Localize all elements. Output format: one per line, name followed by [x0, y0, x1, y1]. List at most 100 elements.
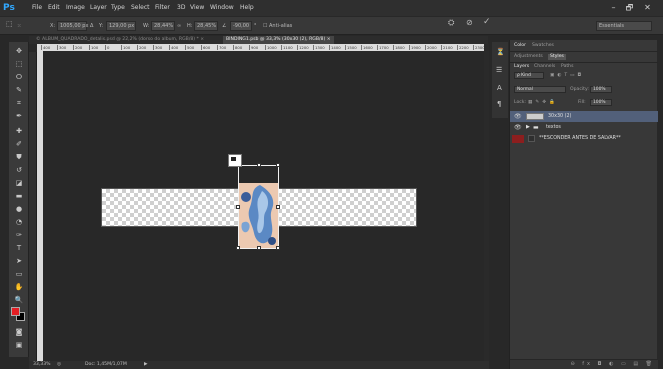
group-expand-arrow-icon[interactable]: ▶ [526, 122, 530, 133]
ruler-tick-label: 300 [57, 45, 67, 50]
transform-handle-bl[interactable] [236, 246, 240, 250]
ruler-tick-label: 1300 [313, 45, 325, 50]
type-tool-icon[interactable]: T [11, 243, 27, 254]
tab-layers[interactable]: Layers [514, 64, 529, 70]
minimize-button[interactable]: – [607, 2, 620, 13]
menu-layer[interactable]: Layer [90, 4, 107, 12]
history-icon[interactable]: ⏳ [496, 48, 505, 56]
tab-swatches[interactable]: Swatches [532, 43, 554, 49]
transform-handle-l[interactable] [236, 205, 240, 209]
screen-mode-icon[interactable]: ▣ [11, 340, 27, 351]
status-info-icon[interactable]: ◎ [57, 361, 61, 369]
ruler-tick-label: 400 [169, 45, 179, 50]
character-icon[interactable]: A [497, 84, 502, 92]
photoshop-logo: Ps [3, 3, 15, 13]
dodge-tool-icon[interactable]: ◔ [11, 217, 27, 228]
opacity-field[interactable]: 100% [590, 86, 612, 93]
link-icon[interactable]: Δ [90, 23, 93, 29]
menu-help[interactable]: Help [240, 4, 254, 12]
layer-row-30x30[interactable]: 👁 30x30 (2) [510, 111, 658, 122]
tab-binding1[interactable]: BINDING1.psb @ 33,3% (30x30 (2), RGB/8) … [223, 36, 334, 44]
color-fill-thumbnail [512, 135, 524, 143]
angle-value: -90,00 [233, 23, 250, 29]
antialias-checkbox[interactable]: ☐ [263, 23, 267, 29]
tab-channels[interactable]: Channels [534, 64, 555, 70]
layer-row-textos[interactable]: 👁 ▶ ▬ textos [510, 122, 658, 133]
document-tabs: © ALBUM_QUADRADO_detalis.psd @ 22,2% (do… [29, 36, 488, 44]
foreground-color-swatch[interactable] [11, 307, 20, 316]
y-value: 129,00 px [109, 23, 135, 29]
vertical-scrollbar[interactable] [484, 44, 489, 362]
blur-tool-icon[interactable]: ● [11, 204, 27, 215]
menu-file[interactable]: File [32, 4, 42, 12]
cancel-transform-icon[interactable]: ⊘ [466, 19, 473, 27]
menu-3d[interactable]: 3D [177, 4, 185, 12]
status-menu-arrow-icon[interactable]: ▶ [144, 361, 148, 369]
menu-select[interactable]: Select [131, 4, 150, 12]
reference-point-icon[interactable]: ⁙ [17, 23, 21, 29]
layer-filter-icons[interactable]: ▣◐T▭◘ [550, 73, 584, 79]
tab-paths[interactable]: Paths [561, 64, 574, 70]
fill-field[interactable]: 100% [590, 99, 612, 106]
blend-mode-select[interactable]: Normal [514, 86, 566, 93]
menu-image[interactable]: Image [66, 4, 85, 12]
horizontal-ruler[interactable]: 400 300 200 100 0 100 200 300 400 500 600 700 800 900… [37, 44, 489, 51]
transform-handle-br[interactable] [276, 246, 280, 250]
menu-window[interactable]: Window [210, 4, 234, 12]
lock-icons[interactable]: ▦✎✥🔒 [528, 100, 558, 106]
degree-icon: ° [254, 23, 257, 29]
tab-album-quadrado[interactable]: © ALBUM_QUADRADO_detalis.psd @ 22,2% (do… [33, 36, 207, 44]
maximize-button[interactable]: 🗗 [623, 2, 636, 13]
menu-type[interactable]: Type [111, 4, 125, 12]
layer-mask-thumbnail [528, 135, 535, 142]
transform-handle-t[interactable] [257, 163, 261, 167]
eyedropper-tool-icon[interactable]: ✒ [11, 111, 27, 122]
close-button[interactable]: ✕ [641, 2, 654, 13]
ruler-tick-label: 300 [153, 45, 163, 50]
hand-tool-icon[interactable]: ✋ [11, 282, 27, 293]
tab-styles[interactable]: Styles [548, 54, 566, 60]
transform-bounding-box[interactable] [236, 163, 280, 250]
clone-stamp-tool-icon[interactable]: ⛊ [11, 152, 27, 163]
transform-handle-r[interactable] [276, 205, 280, 209]
gradient-tool-icon[interactable]: ▬ [11, 191, 27, 202]
crop-tool-icon[interactable]: ⌗ [11, 98, 27, 109]
brush-tool-icon[interactable]: ✐ [11, 139, 27, 150]
tab-adjustments[interactable]: Adjustments [514, 54, 543, 60]
zoom-level[interactable]: 33,33% [33, 361, 51, 369]
warp-icon[interactable]: ⛭ [448, 19, 454, 27]
visibility-eye-icon[interactable]: 👁 [514, 122, 522, 133]
commit-transform-icon[interactable]: ✓ [483, 18, 491, 27]
move-tool-icon: ⬚ [6, 20, 13, 28]
quick-mask-icon[interactable]: ◙ [11, 327, 27, 338]
menu-filter[interactable]: Filter [155, 4, 170, 12]
zoom-tool-icon[interactable]: 🔍 [11, 295, 27, 306]
transform-handle-b[interactable] [257, 246, 261, 250]
move-tool-icon[interactable]: ✥ [11, 46, 27, 57]
paragraph-icon[interactable]: ¶ [497, 100, 501, 108]
eraser-tool-icon[interactable]: ◪ [11, 178, 27, 189]
marquee-tool-icon[interactable]: ⬚ [11, 59, 27, 70]
path-selection-tool-icon[interactable]: ➤ [11, 256, 27, 267]
history-brush-tool-icon[interactable]: ↺ [11, 165, 27, 176]
transform-handle-tr[interactable] [276, 163, 280, 167]
properties-icon[interactable]: ☰ [496, 66, 502, 74]
layer-kind-filter[interactable]: ρ Kind [514, 72, 544, 79]
quick-select-tool-icon[interactable]: ✎ [11, 85, 27, 96]
ruler-tick-label: 800 [233, 45, 243, 50]
menu-edit[interactable]: Edit [48, 4, 60, 12]
angle-icon: ∠ [222, 23, 227, 29]
lasso-tool-icon[interactable]: ⵔ [11, 72, 27, 83]
pen-tool-icon[interactable]: ✑ [11, 230, 27, 241]
layer-name: **ESCONDER ANTES DE SALVAR** [539, 136, 621, 141]
visibility-eye-icon[interactable]: 👁 [514, 111, 522, 122]
shape-tool-icon[interactable]: ▭ [11, 269, 27, 280]
tab-color[interactable]: Color [514, 43, 526, 49]
chain-icon[interactable]: ∞ [177, 23, 181, 29]
ruler-tick-label: 900 [249, 45, 259, 50]
vertical-panel-strip [29, 52, 37, 362]
healing-brush-tool-icon[interactable]: ✚ [11, 126, 27, 137]
layer-row-esconder[interactable]: **ESCONDER ANTES DE SALVAR** [510, 133, 658, 144]
menu-view[interactable]: View [190, 4, 204, 12]
layers-panel-footer[interactable]: ⊖ fx ◘ ◐ ▭ ▤ 🗑 [510, 359, 658, 369]
